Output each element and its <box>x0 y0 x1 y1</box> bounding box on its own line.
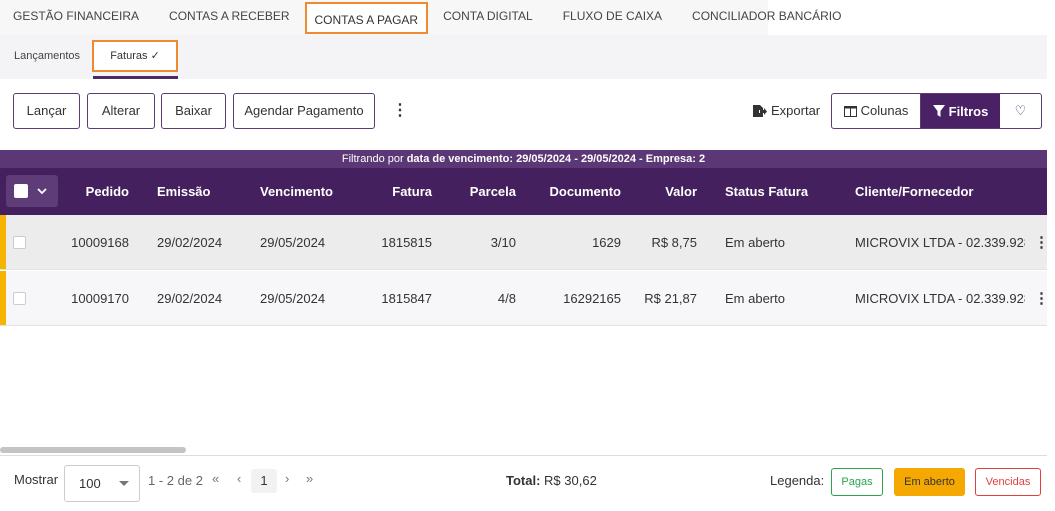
cell-status: Em aberto <box>725 234 785 250</box>
filtros-button[interactable]: Filtros <box>921 94 1000 128</box>
filter-criteria: data de vencimento: 29/05/2024 - 29/05/2… <box>406 153 706 165</box>
colunas-button[interactable]: Colunas <box>832 94 921 128</box>
status-indicator <box>0 215 6 269</box>
filter-icon <box>932 105 945 117</box>
mostrar-label: Mostrar <box>14 472 59 487</box>
cell-pedido: 10009170 <box>71 290 129 306</box>
cell-valor: R$ 21,87 <box>644 290 697 306</box>
cell-vencimento: 29/05/2024 <box>260 234 326 250</box>
subtab-faturas-label: Faturas <box>110 50 148 62</box>
col-fatura[interactable]: Fatura <box>370 168 432 215</box>
col-vencimento[interactable]: Vencimento <box>260 168 333 215</box>
col-valor[interactable]: Valor <box>640 168 697 215</box>
first-page-icon[interactable]: « <box>212 471 219 486</box>
table-row[interactable]: 10009170 29/02/2024 29/05/2024 1815847 4… <box>0 271 1049 326</box>
lancar-button[interactable]: Lançar <box>13 93 80 129</box>
legend-em-aberto: Em aberto <box>894 468 965 496</box>
agendar-pagamento-button[interactable]: Agendar Pagamento <box>233 93 375 129</box>
subtab-faturas[interactable]: Faturas ✓ <box>92 40 178 72</box>
more-options-icon[interactable]: ⋮ <box>392 101 408 121</box>
cell-documento: 16292165 <box>563 290 621 306</box>
table-row[interactable]: 10009168 29/02/2024 29/05/2024 1815815 3… <box>0 215 1049 270</box>
page-size-value: 100 <box>79 476 101 491</box>
table-header: Pedido Emissão Vencimento Fatura Parcela… <box>0 168 1047 215</box>
page-edge <box>1047 0 1055 511</box>
table-footer: Mostrar 100 1 - 2 de 2 « ‹ 1 › » Total: … <box>0 455 1047 507</box>
col-pedido[interactable]: Pedido <box>60 168 129 215</box>
colunas-label: Colunas <box>860 103 909 118</box>
total-amount: Total: R$ 30,62 <box>506 473 597 488</box>
col-cliente-fornecedor[interactable]: Cliente/Fornecedor <box>855 168 973 215</box>
horizontal-scrollbar[interactable] <box>0 447 186 453</box>
alterar-button[interactable]: Alterar <box>87 93 155 129</box>
columns-icon <box>843 105 857 117</box>
chevron-down-icon[interactable] <box>37 188 47 194</box>
check-icon: ✓ <box>150 50 160 62</box>
view-controls: Colunas Filtros ♡ <box>831 93 1042 129</box>
total-label: Total: <box>506 473 541 488</box>
cell-emissao: 29/02/2024 <box>157 234 223 250</box>
tab-conciliador-bancario[interactable]: CONCILIADOR BANCÁRIO <box>677 0 856 35</box>
cell-parcela: 4/8 <box>497 290 516 306</box>
select-all-checkbox[interactable] <box>14 184 28 198</box>
total-value: R$ 30,62 <box>540 473 597 488</box>
current-page[interactable]: 1 <box>251 469 277 493</box>
tab-conta-digital[interactable]: CONTA DIGITAL <box>428 0 548 35</box>
col-parcela[interactable]: Parcela <box>455 168 516 215</box>
select-all-dropdown[interactable] <box>6 175 58 207</box>
status-indicator <box>0 271 6 325</box>
top-navigation: GESTÃO FINANCEIRA CONTAS A RECEBER CONTA… <box>0 0 841 35</box>
legend-vencidas: Vencidas <box>975 468 1041 496</box>
tab-fluxo-de-caixa[interactable]: FLUXO DE CAIXA <box>548 0 677 35</box>
cell-cliente: MICROVIX LTDA - 02.339.928/0 <box>855 234 1025 250</box>
active-filter-bar: Filtrando por data de vencimento: 29/05/… <box>0 150 1047 168</box>
filtros-label: Filtros <box>948 103 989 119</box>
row-checkbox[interactable] <box>13 292 26 305</box>
export-icon <box>753 105 767 117</box>
cell-pedido: 10009168 <box>71 234 129 250</box>
cell-vencimento: 29/05/2024 <box>260 290 326 306</box>
tab-contas-a-receber[interactable]: CONTAS A RECEBER <box>154 0 304 35</box>
exportar-label: Exportar <box>771 103 821 118</box>
page-size-select[interactable]: 100 <box>64 465 140 502</box>
subtab-lancamentos[interactable]: Lançamentos <box>14 35 80 79</box>
cell-parcela: 3/10 <box>490 234 516 250</box>
col-documento[interactable]: Documento <box>540 168 622 215</box>
filter-prefix: Filtrando por <box>341 153 407 165</box>
legend-pagas: Pagas <box>831 468 883 496</box>
legenda-label: Legenda: <box>770 473 825 488</box>
active-tab-underline <box>93 76 178 79</box>
tab-contas-a-pagar[interactable]: CONTAS A PAGAR <box>304 2 429 34</box>
row-checkbox[interactable] <box>13 236 26 249</box>
prev-page-icon[interactable]: ‹ <box>237 471 241 486</box>
cell-fatura: 1815815 <box>381 234 432 250</box>
cell-emissao: 29/02/2024 <box>157 290 223 306</box>
last-page-icon[interactable]: » <box>306 471 313 486</box>
cell-documento: 1629 <box>592 234 621 250</box>
col-status-fatura[interactable]: Status Fatura <box>725 168 808 215</box>
exportar-button[interactable]: Exportar <box>752 93 820 129</box>
sub-navigation: Lançamentos Faturas ✓ <box>0 35 1047 79</box>
cell-cliente: MICROVIX LTDA - 02.339.928/0 <box>855 290 1025 306</box>
cell-fatura: 1815847 <box>381 290 432 306</box>
cell-status: Em aberto <box>725 290 785 306</box>
cell-valor: R$ 8,75 <box>651 234 697 250</box>
pagination-range: 1 - 2 de 2 <box>148 473 203 488</box>
baixar-button[interactable]: Baixar <box>161 93 226 129</box>
dropdown-arrow-icon <box>119 481 129 486</box>
next-page-icon[interactable]: › <box>285 471 289 486</box>
favorite-heart-icon[interactable]: ♡ <box>1000 94 1041 128</box>
col-emissao[interactable]: Emissão <box>157 168 210 215</box>
tab-gestao-financeira[interactable]: GESTÃO FINANCEIRA <box>0 0 154 35</box>
